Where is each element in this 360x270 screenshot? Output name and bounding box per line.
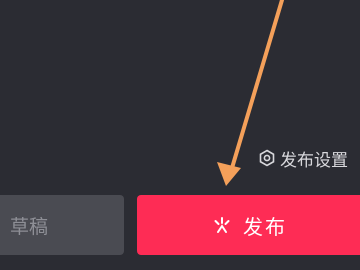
spark-icon [211, 214, 233, 236]
publish-screen: 发布设置 草稿 发布 [0, 0, 360, 270]
publish-settings-label: 发布设置 [280, 150, 348, 171]
settings-hexagon-icon [258, 149, 276, 167]
publish-button-label: 发布 [243, 214, 287, 239]
draft-button[interactable]: 草稿 [0, 195, 124, 255]
draft-button-label: 草稿 [10, 215, 49, 238]
publish-button[interactable]: 发布 [137, 195, 360, 255]
publish-settings-link[interactable]: 发布设置 [258, 146, 348, 171]
